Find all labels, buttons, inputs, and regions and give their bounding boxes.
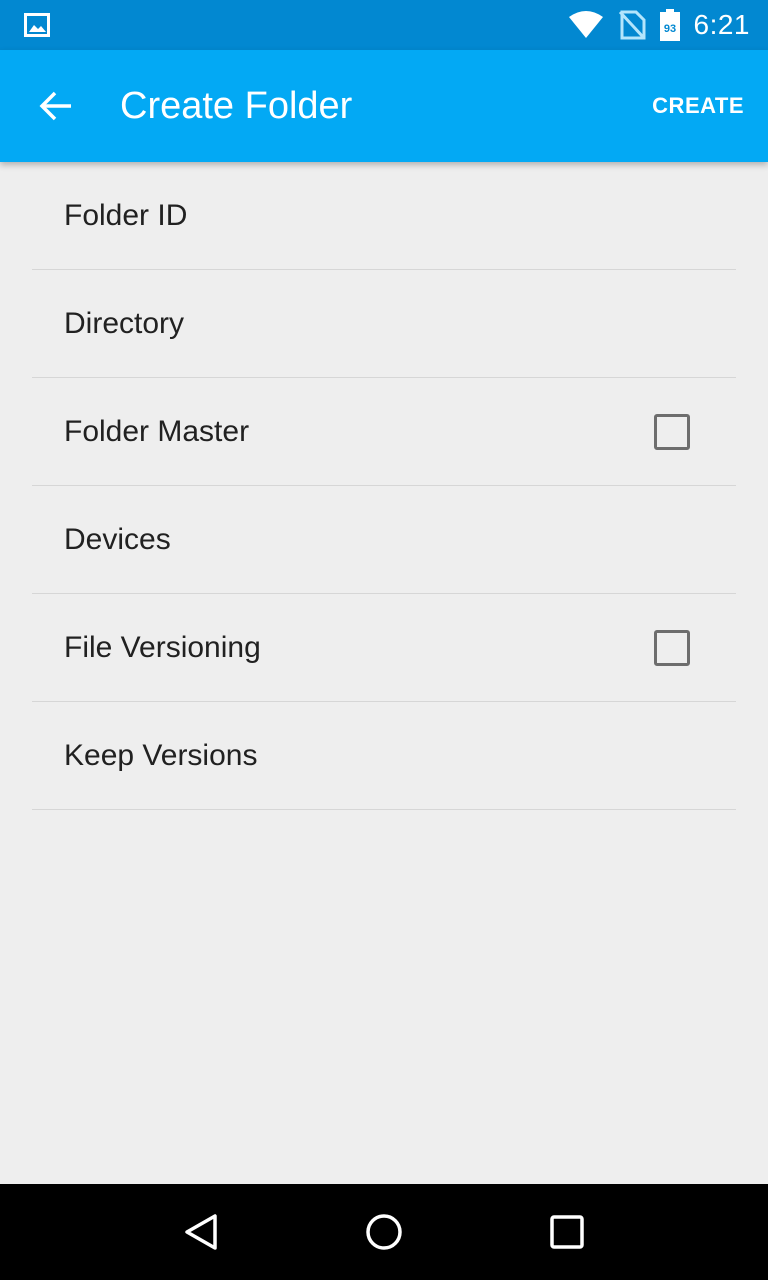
status-bar: 93 6:21	[0, 0, 768, 50]
image-notification-icon	[24, 13, 50, 37]
folder-id-label: Folder ID	[64, 198, 188, 232]
devices-label: Devices	[64, 522, 171, 556]
nav-home-button[interactable]	[336, 1184, 432, 1280]
directory-row[interactable]: Directory	[32, 270, 736, 378]
nav-back-button[interactable]	[153, 1184, 249, 1280]
keep-versions-row[interactable]: Keep Versions	[32, 702, 736, 810]
wifi-icon	[568, 11, 604, 39]
file-versioning-label: File Versioning	[64, 630, 261, 664]
back-triangle-icon	[181, 1212, 221, 1252]
directory-label: Directory	[64, 306, 185, 340]
create-button[interactable]: CREATE	[628, 50, 768, 162]
status-time: 6:21	[693, 9, 750, 40]
home-circle-icon	[364, 1212, 404, 1252]
folder-master-row[interactable]: Folder Master	[32, 378, 736, 486]
no-sim-icon	[618, 10, 646, 40]
file-versioning-row[interactable]: File Versioning	[32, 594, 736, 702]
nav-recents-button[interactable]	[519, 1184, 615, 1280]
back-button[interactable]	[0, 50, 112, 162]
file-versioning-checkbox[interactable]	[654, 629, 690, 666]
keep-versions-label: Keep Versions	[64, 738, 258, 772]
folder-master-label: Folder Master	[64, 414, 250, 448]
system-nav-bar	[0, 1184, 768, 1280]
recents-square-icon	[547, 1212, 587, 1252]
devices-row[interactable]: Devices	[32, 486, 736, 594]
folder-master-checkbox[interactable]	[654, 413, 690, 450]
arrow-back-icon	[39, 91, 73, 121]
folder-id-row[interactable]: Folder ID	[32, 162, 736, 270]
battery-level-text: 93	[663, 23, 675, 35]
page-title: Create Folder	[120, 84, 353, 127]
create-folder-form: Folder ID Directory Folder Master Device…	[0, 162, 768, 1184]
app-bar: Create Folder CREATE	[0, 50, 768, 162]
battery-icon: 93	[659, 9, 680, 41]
